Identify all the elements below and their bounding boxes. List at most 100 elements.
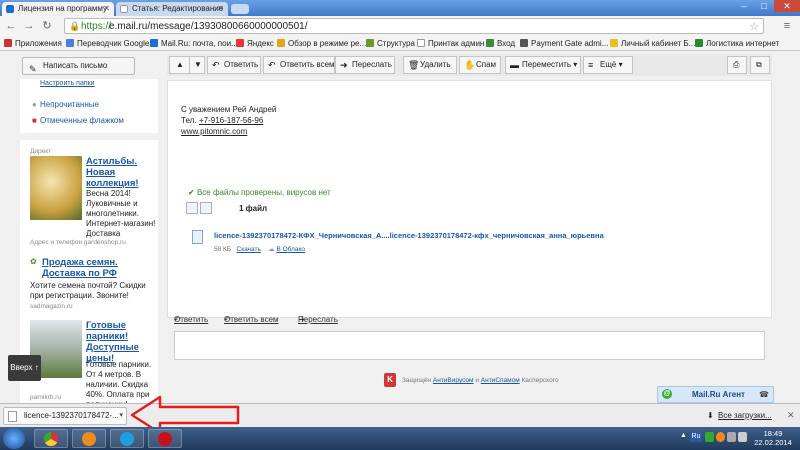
download-link[interactable]: Скачать bbox=[237, 246, 261, 253]
antispam-link[interactable]: АнтиСпамом bbox=[481, 377, 520, 384]
settings-folders-link[interactable]: Настроить папки bbox=[40, 80, 95, 87]
ad-text: Хотите семена почтой? Скидки при регистр… bbox=[30, 281, 146, 300]
chrome-menu-icon[interactable]: ≡ bbox=[780, 19, 794, 33]
windows-start-icon[interactable] bbox=[3, 428, 25, 449]
ad-title[interactable]: Продажа семян. Доставка по РФ bbox=[42, 257, 158, 279]
bookmark-label: Принтак админ bbox=[428, 39, 485, 48]
compose-button[interactable]: ✎ Написать письмо bbox=[22, 57, 135, 75]
trash-icon: 🗑 bbox=[408, 60, 420, 70]
bookmark-cabinet[interactable]: Личный кабинет Б... bbox=[610, 38, 695, 49]
bookmark-yandex[interactable]: Яндекс bbox=[236, 38, 274, 49]
antivirus-link[interactable]: АнтиВирусом bbox=[433, 377, 474, 384]
antivirus-tray-icon[interactable] bbox=[705, 432, 714, 442]
ad-title[interactable]: Астильбы. Новая коллекция! bbox=[86, 156, 154, 189]
ad-source[interactable]: sadmagazin.ru bbox=[30, 303, 73, 310]
bookmark-mailru[interactable]: Mail.Ru: почта, пои... bbox=[150, 38, 238, 49]
print-button[interactable]: ⎙ bbox=[727, 56, 747, 74]
taskbar-chrome[interactable] bbox=[34, 429, 68, 448]
chevron-down-icon[interactable]: ▾ bbox=[119, 411, 123, 419]
close-shelf-icon[interactable]: ✕ bbox=[787, 410, 795, 421]
agent-tray-icon[interactable] bbox=[716, 432, 725, 442]
chrome-icon bbox=[44, 432, 58, 446]
address-bar[interactable]: 🔒 https:// e.mail.ru/message/13930800660… bbox=[64, 18, 764, 34]
save-to-cloud-link[interactable]: В Облако bbox=[276, 246, 305, 253]
bookmark-apps[interactable]: Приложения bbox=[4, 38, 62, 49]
bookmark-payment[interactable]: Payment Gate admi... bbox=[520, 38, 608, 49]
spam-button[interactable]: ✋ Спам bbox=[459, 56, 501, 74]
clock[interactable]: 18:49 22.02.2014 bbox=[753, 429, 793, 447]
maximize-icon[interactable]: □ bbox=[754, 0, 774, 12]
taskbar-mail-agent[interactable] bbox=[72, 429, 106, 448]
next-message-button[interactable]: ▼ bbox=[189, 56, 205, 74]
flagged-filter[interactable]: Отмеченные флажком bbox=[40, 116, 124, 125]
prev-message-button[interactable]: ▲ bbox=[169, 56, 191, 74]
ad-source[interactable]: parnikrb.ru bbox=[30, 394, 61, 401]
forward-arrow-icon[interactable]: → bbox=[22, 19, 36, 33]
signature-phone[interactable]: +7-916-187-56-96 bbox=[199, 116, 263, 125]
apps-icon bbox=[4, 39, 12, 47]
new-tab-button[interactable] bbox=[231, 4, 249, 14]
url-scheme: https:// bbox=[81, 21, 112, 32]
compose-label: Написать письмо bbox=[43, 61, 108, 70]
flag-icon: ■ bbox=[32, 116, 37, 125]
reply-all-button[interactable]: ↶ Ответить всем bbox=[263, 56, 335, 74]
delete-button[interactable]: 🗑 Удалить bbox=[403, 56, 457, 74]
phone-icon[interactable]: ☎ bbox=[759, 387, 769, 402]
bookmark-star-icon[interactable]: ☆ bbox=[749, 20, 759, 33]
bookmark-structure[interactable]: Структура bbox=[366, 38, 415, 49]
cloud-icon: ☁ bbox=[268, 246, 275, 253]
scroll-up-button[interactable]: Вверх ↑ bbox=[8, 355, 41, 381]
attachment-name[interactable]: licence-1392370178472-КФХ_Черничовская_А… bbox=[214, 231, 604, 240]
message-body: С уважением Рей Андрей Тел. +7-916-187-5… bbox=[167, 80, 772, 318]
yandex-icon bbox=[236, 39, 244, 47]
reload-icon[interactable]: ↻ bbox=[40, 19, 54, 33]
close-tab-icon[interactable]: ✕ bbox=[103, 2, 110, 16]
volume-icon[interactable] bbox=[738, 432, 747, 442]
all-downloads-link[interactable]: ⬇ Все загрузки... bbox=[707, 411, 772, 420]
ads-label[interactable]: Директ bbox=[30, 148, 51, 155]
list-view-icon[interactable] bbox=[186, 202, 198, 214]
close-tab-icon[interactable]: ✕ bbox=[217, 2, 224, 16]
signature-site-link[interactable]: www.pitomnic.com bbox=[181, 127, 247, 136]
attachment-count: 1 файл bbox=[239, 204, 268, 213]
print-icon: ⎙ bbox=[733, 60, 740, 69]
tray-expand-icon[interactable]: ▲ bbox=[680, 432, 689, 442]
open-window-button[interactable]: ⧉ bbox=[750, 56, 770, 74]
ad-title[interactable]: Готовые парники! Доступные цены! bbox=[86, 320, 156, 364]
bookmark-label: Структура bbox=[377, 39, 415, 48]
forward-button[interactable]: ➜ Переслать bbox=[335, 56, 395, 74]
check-icon: ✔ bbox=[188, 188, 195, 197]
bookmark-label: Переводчик Google bbox=[77, 39, 150, 48]
back-arrow-icon[interactable]: ← bbox=[4, 19, 18, 33]
quick-reply-textarea[interactable] bbox=[174, 331, 765, 360]
bookmark-printak[interactable]: Принтак админ bbox=[417, 38, 484, 49]
thumb-view-icon[interactable] bbox=[200, 202, 212, 214]
tab-license[interactable]: Лицензия на программу ✕ bbox=[2, 2, 114, 16]
bookmark-label: Логистика интернет bbox=[706, 39, 780, 48]
more-button[interactable]: ≡ Ещё ▾ bbox=[583, 56, 633, 74]
reply-button[interactable]: ↶ Ответить bbox=[207, 56, 261, 74]
network-icon[interactable] bbox=[727, 432, 736, 442]
taskbar-skype[interactable] bbox=[110, 429, 144, 448]
window-close-icon[interactable]: ✕ bbox=[774, 0, 800, 12]
language-indicator[interactable]: Ru bbox=[690, 432, 702, 442]
pencil-icon: ✎ bbox=[29, 64, 37, 74]
clock-time: 18:49 bbox=[763, 429, 783, 438]
new-window-icon: ⧉ bbox=[756, 60, 762, 69]
taskbar-opera[interactable] bbox=[148, 429, 182, 448]
bookmark-login[interactable]: Вход bbox=[486, 38, 515, 49]
url-text: e.mail.ru/message/13930800660000000501/ bbox=[109, 21, 308, 32]
astilbe-image[interactable] bbox=[30, 156, 82, 220]
minimize-icon[interactable]: – bbox=[734, 0, 754, 12]
bookmark-translate[interactable]: Переводчик Google bbox=[66, 38, 149, 49]
protection-text: Защищён АнтиВирусом и АнтиСпамом Касперс… bbox=[402, 377, 559, 384]
bookmark-logistics[interactable]: Логистика интернет bbox=[695, 38, 779, 49]
move-button[interactable]: ▬ Переместить ▾ bbox=[505, 56, 581, 74]
bookmark-overview[interactable]: Обзор в режиме ре... bbox=[277, 38, 366, 49]
tab-article[interactable]: Статья: Редактирование ✕ bbox=[116, 2, 228, 16]
mailru-agent-button[interactable]: @ Mail.Ru Агент ☎ bbox=[657, 386, 774, 403]
delete-label: Удалить bbox=[420, 60, 451, 69]
ad-source[interactable]: Адрес и телефон gardenshop.ru bbox=[30, 239, 126, 246]
unread-filter[interactable]: Непрочитанные bbox=[40, 100, 99, 109]
download-item[interactable]: licence-1392370178472-... ▾ bbox=[3, 407, 127, 425]
